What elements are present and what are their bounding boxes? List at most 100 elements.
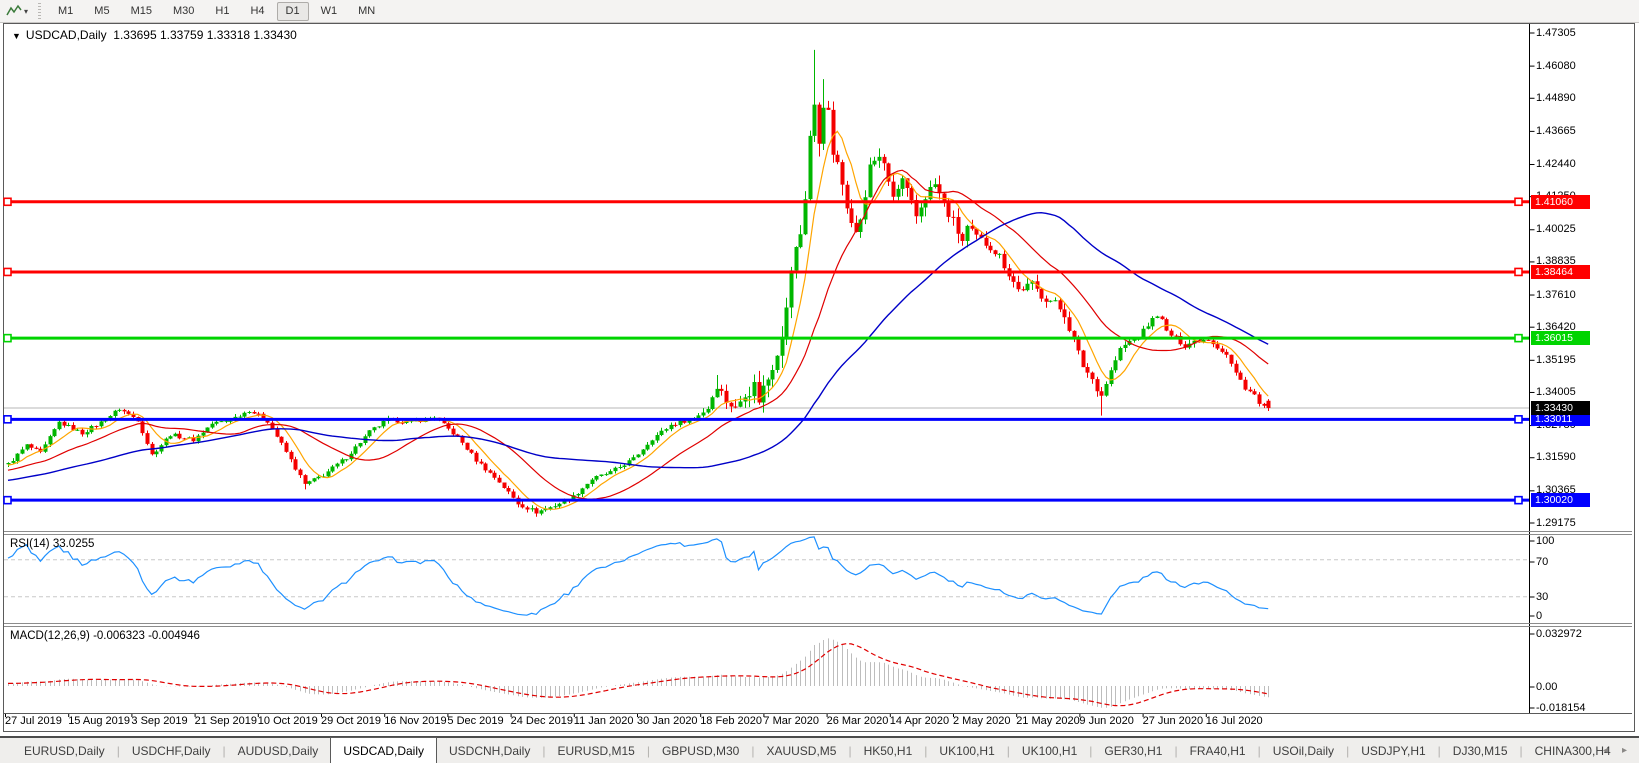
hline-handle[interactable] xyxy=(1515,268,1522,275)
tab-scroll-right-icon[interactable]: ▸ xyxy=(1622,745,1627,757)
tab-scroll-left-icon[interactable]: ◂ xyxy=(1603,745,1608,757)
tab-usdchf-daily-1[interactable]: USDCHF,Daily xyxy=(120,740,223,763)
price-axis-value: 1.42440 xyxy=(1536,158,1576,170)
timeframe-button-mn[interactable]: MN xyxy=(349,2,384,21)
tab-eurusd-m15-5[interactable]: EURUSD,M15 xyxy=(545,740,646,763)
timeframe-button-h1[interactable]: H1 xyxy=(206,2,238,21)
timeframe-button-d1[interactable]: D1 xyxy=(277,2,309,21)
symbol-tabbar: EURUSD,Daily|USDCHF,Daily|AUDUSD,DailyUS… xyxy=(0,736,1639,763)
chart-title-dropdown-icon[interactable]: ▼ xyxy=(12,31,21,41)
date-axis-label: 16 Jul 2020 xyxy=(1206,715,1263,727)
price-axis-value: 1.35195 xyxy=(1536,354,1576,366)
tab-scroll-arrows: ◂ ▸ xyxy=(1603,745,1627,757)
date-axis-label: 11 Jan 2020 xyxy=(574,715,634,727)
tab-audusd-daily-2[interactable]: AUDUSD,Daily xyxy=(226,740,331,763)
hline-handle[interactable] xyxy=(1515,335,1522,342)
hline-handle[interactable] xyxy=(4,198,11,205)
tab-xauusd-m5-7[interactable]: XAUUSD,M5 xyxy=(754,740,848,763)
date-axis-label: 7 Mar 2020 xyxy=(763,715,819,727)
timeframe-button-w1[interactable]: W1 xyxy=(312,2,347,21)
date-axis-label: 29 Oct 2019 xyxy=(321,715,381,727)
date-axis-label: 24 Dec 2019 xyxy=(511,715,573,727)
chart-symbol: USDCAD,Daily xyxy=(26,28,107,42)
date-axis-label: 9 Jun 2020 xyxy=(1079,715,1133,727)
date-axis-label: 16 Nov 2019 xyxy=(384,715,446,727)
price-axis-value: 1.31590 xyxy=(1536,451,1576,463)
rsi-line xyxy=(8,537,1268,615)
price-axis-value: 1.46080 xyxy=(1536,60,1576,72)
toolbar-grip xyxy=(38,3,41,19)
hline-handle[interactable] xyxy=(1515,198,1522,205)
date-axis-label: 30 Jan 2020 xyxy=(637,715,698,727)
hline-handle[interactable] xyxy=(4,497,11,504)
price-axis-value: 1.34005 xyxy=(1536,386,1576,398)
price-axis-value: 1.37610 xyxy=(1536,289,1576,301)
moving-average-7 xyxy=(8,131,1268,509)
tab-usdcad-daily-3[interactable]: USDCAD,Daily xyxy=(330,737,437,763)
date-axis-label: 15 Aug 2019 xyxy=(68,715,130,727)
date-axis-label: 3 Sep 2019 xyxy=(131,715,187,727)
hline-price-tag: 1.41060 xyxy=(1531,195,1590,209)
hline-price-tag: 1.30020 xyxy=(1531,493,1590,507)
price-chart-canvas[interactable] xyxy=(0,0,1639,733)
price-axis-value: 1.29175 xyxy=(1536,517,1576,529)
macd-histogram xyxy=(9,638,1269,707)
hline-price-tag: 1.36015 xyxy=(1531,331,1590,345)
current-price-tag: 1.33430 xyxy=(1531,401,1590,415)
tab-dj30-m15-15[interactable]: DJ30,M15 xyxy=(1441,740,1520,763)
date-axis-label: 5 Dec 2019 xyxy=(447,715,503,727)
hline-handle[interactable] xyxy=(4,416,11,423)
tab-hk50-h1-8[interactable]: HK50,H1 xyxy=(852,740,925,763)
chart-ohlc-values: 1.33695 1.33759 1.33318 1.33430 xyxy=(113,28,297,42)
rsi-axis-value: 30 xyxy=(1536,591,1548,603)
rsi-axis-value: 70 xyxy=(1536,556,1548,568)
tab-usdcnh-daily-4[interactable]: USDCNH,Daily xyxy=(437,740,542,763)
rsi-axis-value: 0 xyxy=(1536,610,1542,622)
timeframe-button-h4[interactable]: H4 xyxy=(241,2,273,21)
zigzag-chart-icon xyxy=(6,4,22,18)
macd-axis-value: 0.032972 xyxy=(1536,628,1582,640)
tab-fra40-h1-12[interactable]: FRA40,H1 xyxy=(1178,740,1258,763)
macd-signal-line xyxy=(8,644,1268,706)
hline-handle[interactable] xyxy=(4,268,11,275)
tab-gbpusd-m30-6[interactable]: GBPUSD,M30 xyxy=(650,740,751,763)
macd-indicator-label: MACD(12,26,9) -0.006323 -0.004946 xyxy=(10,630,200,642)
date-axis-label: 26 Mar 2020 xyxy=(827,715,889,727)
down-candle-bodies xyxy=(30,105,1271,514)
timeframe-button-m15[interactable]: M15 xyxy=(122,2,161,21)
macd-axis-value: 0.00 xyxy=(1536,681,1557,693)
tab-ger30-h1-11[interactable]: GER30,H1 xyxy=(1092,740,1174,763)
tab-usoil-daily-13[interactable]: USOil,Daily xyxy=(1261,740,1346,763)
price-axis-value: 1.43665 xyxy=(1536,125,1576,137)
price-axis-value: 1.44890 xyxy=(1536,92,1576,104)
symbol-tabs: EURUSD,Daily|USDCHF,Daily|AUDUSD,DailyUS… xyxy=(12,738,1623,763)
timeframe-button-m5[interactable]: M5 xyxy=(85,2,118,21)
moving-average-21 xyxy=(8,170,1268,499)
hline-handle[interactable] xyxy=(1515,416,1522,423)
tab-uk100-h1-10[interactable]: UK100,H1 xyxy=(1010,740,1089,763)
tab-eurusd-daily-0[interactable]: EURUSD,Daily xyxy=(12,740,117,763)
tab-usdjpy-h1-14[interactable]: USDJPY,H1 xyxy=(1349,740,1437,763)
hline-handle[interactable] xyxy=(4,335,11,342)
chevron-down-icon: ▾ xyxy=(24,7,28,16)
price-axis-value: 1.40025 xyxy=(1536,223,1576,235)
hline-price-tag: 1.38464 xyxy=(1531,265,1590,279)
timeframe-buttons: M1M5M15M30H1H4D1W1MN xyxy=(49,2,387,21)
hline-handle[interactable] xyxy=(1515,497,1522,504)
date-axis-label: 18 Feb 2020 xyxy=(700,715,762,727)
price-axis-value: 1.47305 xyxy=(1536,27,1576,39)
date-axis-label: 27 Jul 2019 xyxy=(5,715,62,727)
chart-type-icon[interactable]: ▾ xyxy=(6,4,28,18)
timeframe-button-m30[interactable]: M30 xyxy=(164,2,203,21)
up-candle-bodies xyxy=(7,105,1206,514)
timeframe-button-m1[interactable]: M1 xyxy=(49,2,82,21)
date-axis-label: 10 Oct 2019 xyxy=(258,715,318,727)
tab-uk100-h1-9[interactable]: UK100,H1 xyxy=(927,740,1006,763)
rsi-axis-value: 100 xyxy=(1536,535,1554,547)
date-axis-label: 21 May 2020 xyxy=(1016,715,1080,727)
date-axis-label: 27 Jun 2020 xyxy=(1143,715,1204,727)
up-candle-wicks xyxy=(9,50,1204,516)
chart-title[interactable]: ▼ USDCAD,Daily 1.33695 1.33759 1.33318 1.… xyxy=(12,28,297,42)
date-axis-label: 2 May 2020 xyxy=(953,715,1010,727)
date-axis-label: 21 Sep 2019 xyxy=(195,715,257,727)
